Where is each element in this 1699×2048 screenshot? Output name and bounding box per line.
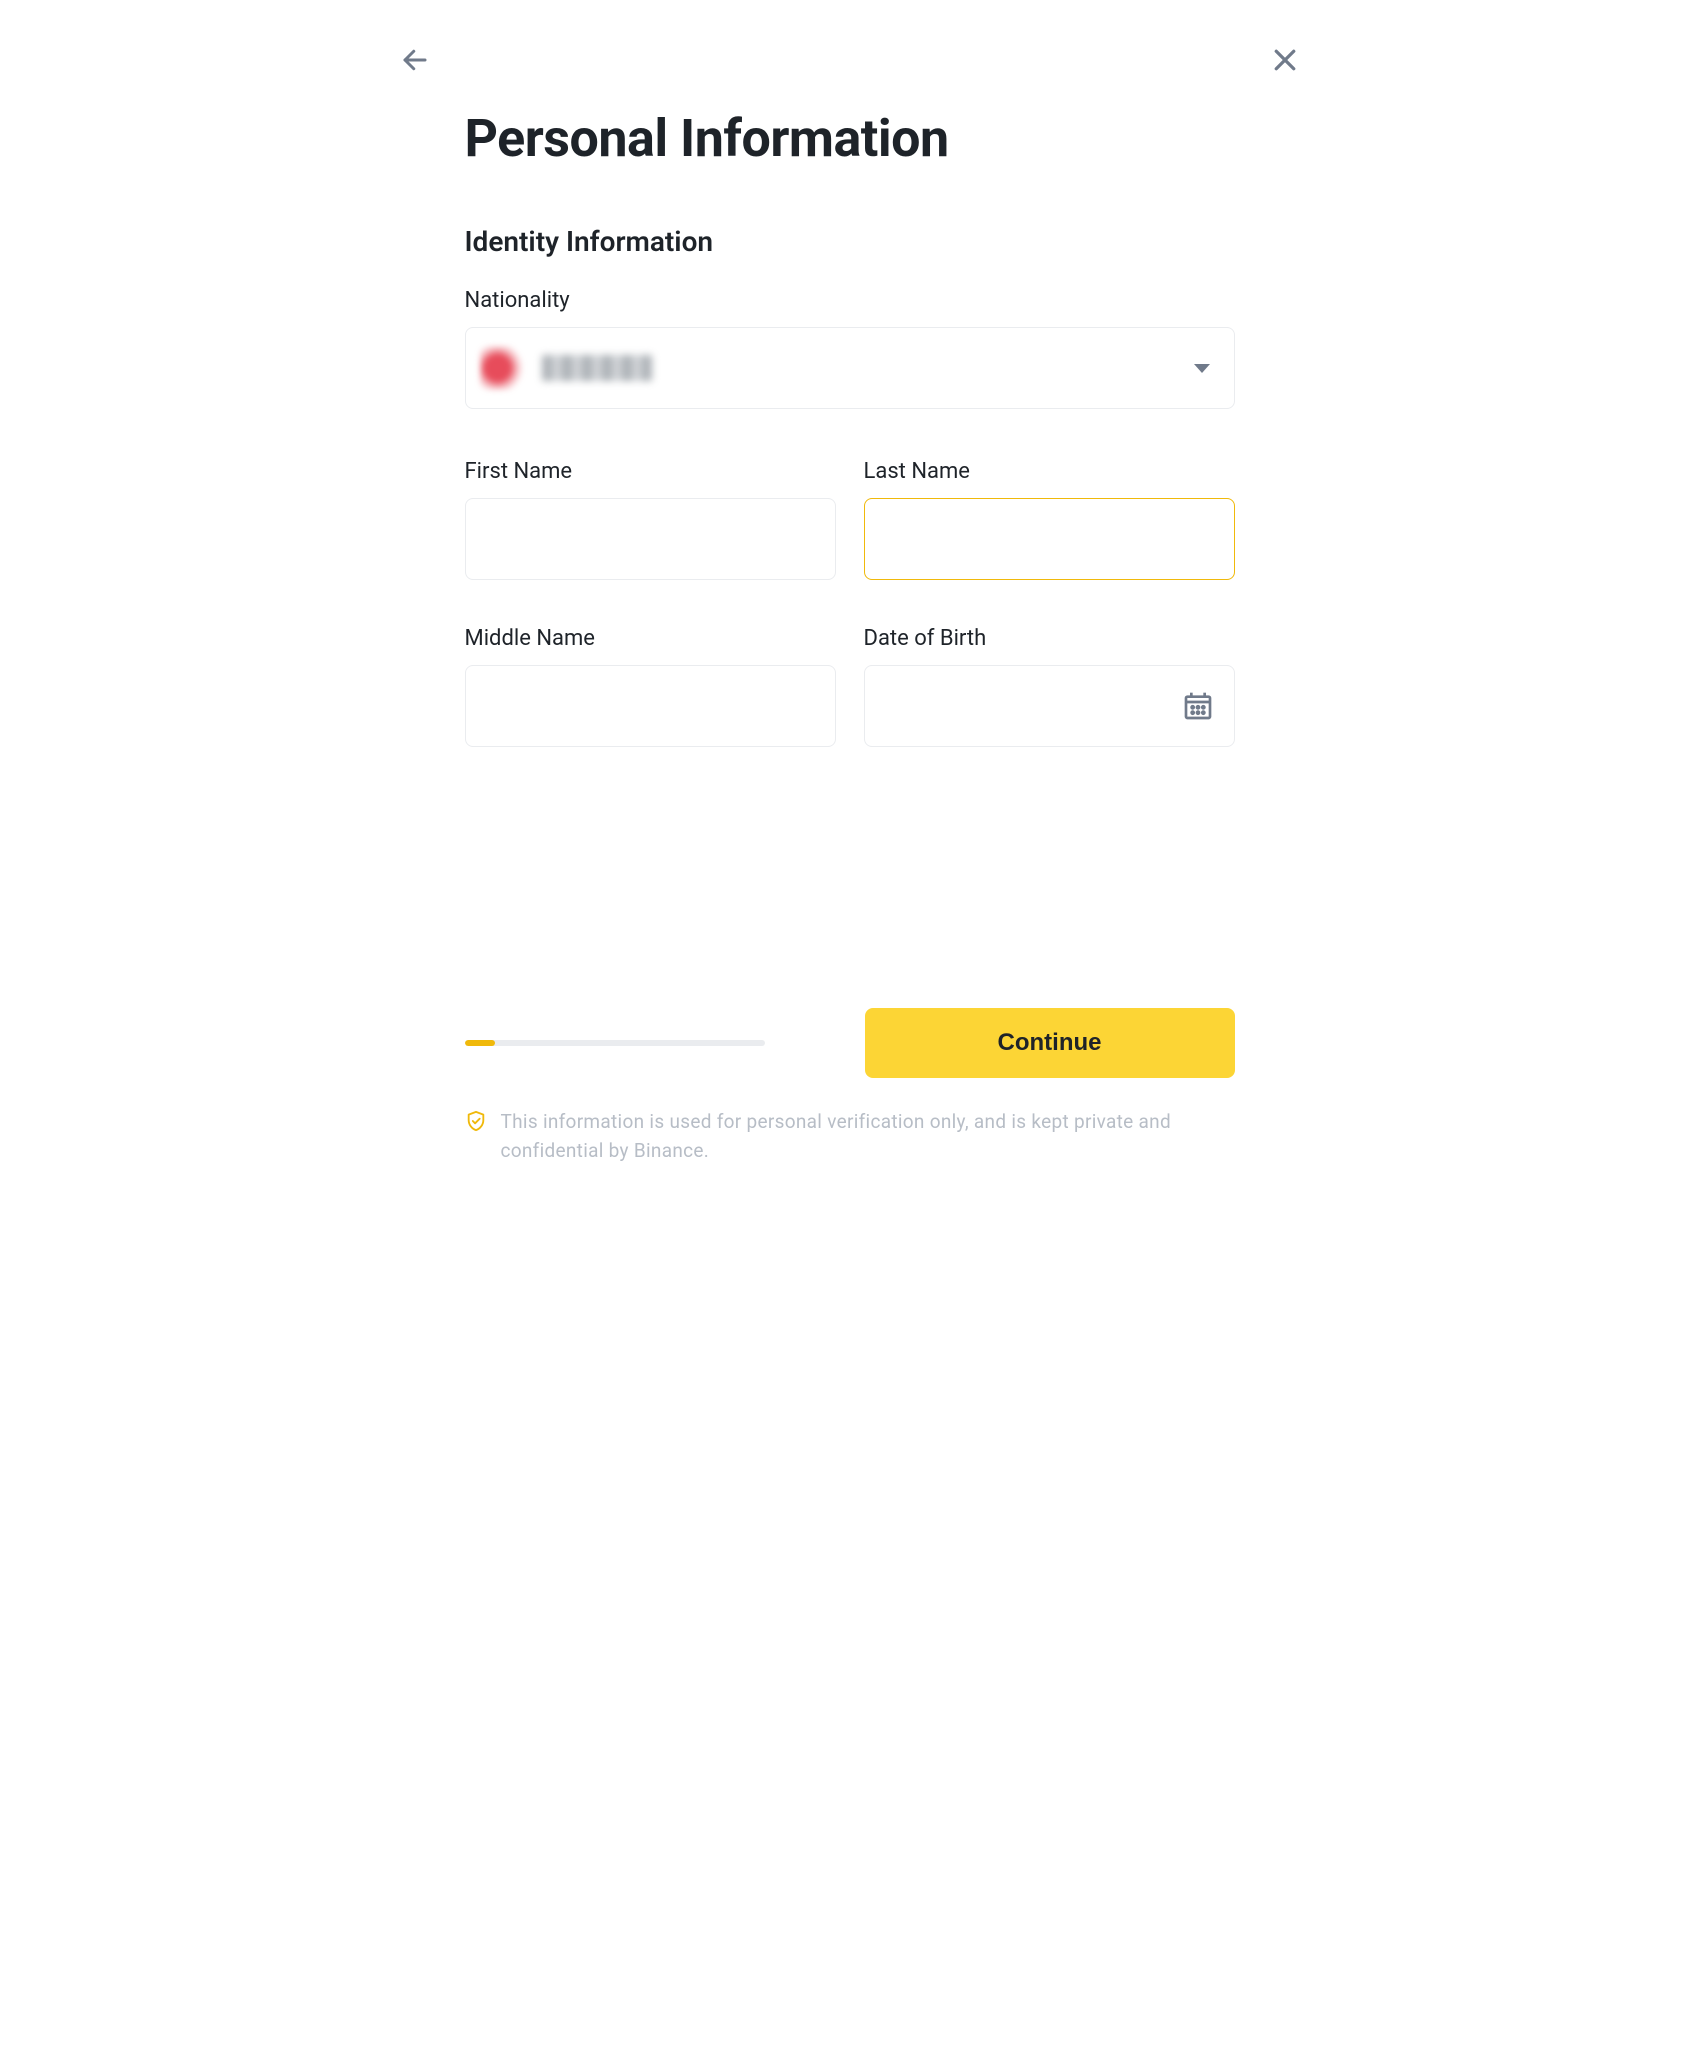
- page-title: Personal Information: [465, 108, 1235, 169]
- form-content: Personal Information Identity Informatio…: [400, 108, 1300, 747]
- last-name-field: Last Name: [864, 459, 1235, 580]
- modal-topbar: [400, 40, 1300, 80]
- shield-check-icon: [465, 1110, 487, 1132]
- flag-icon: [480, 346, 524, 390]
- dob-input[interactable]: [864, 665, 1235, 747]
- last-name-input[interactable]: [864, 498, 1235, 580]
- first-name-field: First Name: [465, 459, 836, 580]
- nationality-text-redacted: [542, 355, 652, 381]
- disclaimer: This information is used for personal ve…: [465, 1108, 1235, 1165]
- nationality-value: [480, 346, 652, 390]
- section-title: Identity Information: [465, 225, 1235, 258]
- middle-name-label: Middle Name: [465, 626, 836, 651]
- continue-button[interactable]: Continue: [865, 1008, 1235, 1078]
- disclaimer-text: This information is used for personal ve…: [501, 1108, 1235, 1165]
- middle-name-field: Middle Name: [465, 626, 836, 747]
- close-button[interactable]: [1270, 45, 1300, 75]
- name-row-1: First Name Last Name: [465, 459, 1235, 580]
- progress-bar: [465, 1040, 765, 1046]
- middle-name-input[interactable]: [465, 665, 836, 747]
- close-icon: [1270, 45, 1300, 75]
- name-row-2: Middle Name Date of Birth: [465, 626, 1235, 747]
- first-name-label: First Name: [465, 459, 836, 484]
- nationality-label: Nationality: [465, 288, 1235, 313]
- back-button[interactable]: [400, 45, 430, 75]
- first-name-input[interactable]: [465, 498, 836, 580]
- nationality-field: Nationality: [465, 288, 1235, 409]
- chevron-down-icon: [1194, 364, 1210, 373]
- nationality-select[interactable]: [465, 327, 1235, 409]
- last-name-label: Last Name: [864, 459, 1235, 484]
- arrow-left-icon: [400, 45, 430, 75]
- personal-info-modal: Personal Information Identity Informatio…: [350, 0, 1350, 1205]
- dob-label: Date of Birth: [864, 626, 1235, 651]
- footer-actions: Continue: [465, 1008, 1235, 1078]
- dob-field: Date of Birth: [864, 626, 1235, 747]
- calendar-icon: [1182, 690, 1214, 722]
- progress-fill: [465, 1040, 495, 1046]
- modal-footer: Continue This information is used for pe…: [465, 1008, 1235, 1165]
